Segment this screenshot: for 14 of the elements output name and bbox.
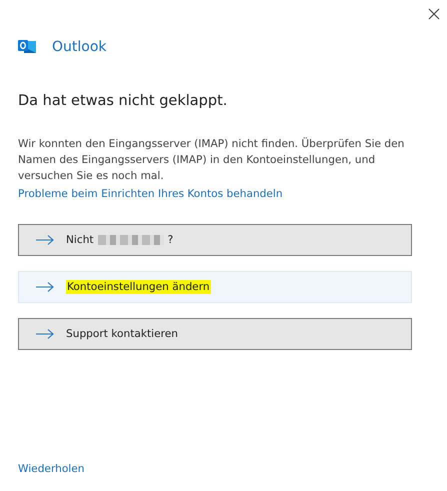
arrow-icon [36,282,54,292]
troubleshoot-link[interactable]: Probleme beim Einrichten Ihres Kontos behandeln [18,188,283,200]
close-icon [428,8,440,20]
error-message: Wir konnten den Eingangsserver (IMAP) nicht finden. Überprüfen Sie den Namen des Eingangsservers (IMAP) in den Kontoeinstellungen, und versuchen Sie es noch mal. [18,136,406,184]
outlook-logo-icon [18,39,36,55]
arrow-icon [36,329,54,339]
option-button[interactable]: Nicht ? [18,224,412,256]
app-title: Outlook [52,39,107,55]
error-heading: Da hat etwas nicht geklappt. [18,93,228,109]
arrow-icon [36,235,54,245]
close-button[interactable] [426,6,442,22]
option-button[interactable]: Kontoeinstellungen ändern [18,271,412,303]
retry-link[interactable]: Wiederholen [18,463,84,475]
option-button[interactable]: Support kontaktieren [18,318,412,350]
